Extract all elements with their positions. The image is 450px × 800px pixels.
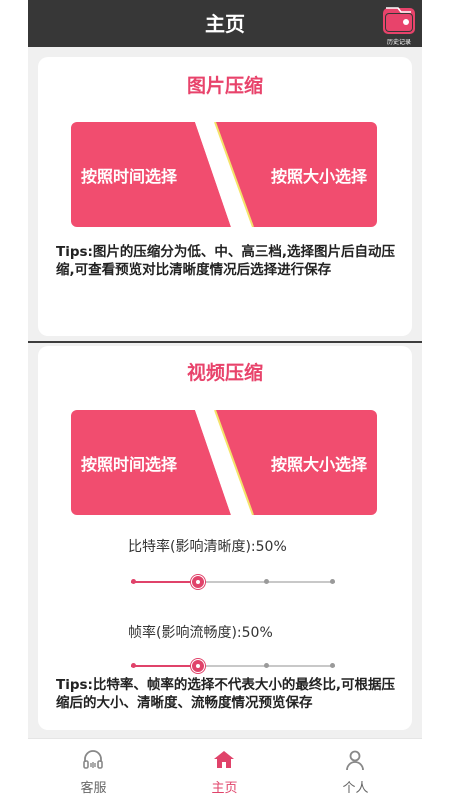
tab-label: 客服 — [80, 781, 107, 796]
image-compress-title: 图片压缩 — [186, 75, 263, 97]
slider-fill — [131, 665, 198, 667]
video-select-by-time-button[interactable]: 按照时间选择 — [71, 410, 231, 515]
image-compress-card: 图片压缩 按照时间选择 按照大小选择 Tips:图片的压缩分为低、中、高三档,选… — [38, 57, 412, 336]
framerate-slider[interactable] — [131, 658, 335, 674]
slider-tick — [131, 663, 136, 668]
slider-thumb[interactable] — [191, 575, 205, 589]
person-icon — [346, 750, 364, 771]
image-select-buttons: 按照时间选择 按照大小选择 — [71, 122, 377, 227]
history-button[interactable]: 历史记录 — [380, 4, 418, 46]
page-title: 主页 — [205, 12, 245, 36]
tab-label: 个人 — [342, 781, 369, 796]
section-divider — [28, 341, 422, 343]
bottom-tab-bar: 客服 主页 个人 — [28, 738, 422, 800]
bitrate-label: 比特率(影响清晰度):50% — [128, 539, 287, 555]
tab-label: 主页 — [211, 781, 238, 796]
page: 主页 历史记录 图片压缩 按照时间选择 按照大小选择 Tips:图片的压缩分为低… — [0, 0, 450, 800]
folder-icon — [383, 7, 415, 34]
slider-tick — [131, 579, 136, 584]
tab-customer-service[interactable]: 客服 — [28, 739, 159, 800]
slider-tick — [264, 663, 269, 668]
slider-fill — [131, 581, 198, 583]
slider-thumb[interactable] — [191, 659, 205, 673]
headset-icon — [83, 750, 103, 769]
bitrate-slider[interactable] — [131, 574, 335, 590]
image-select-by-time-button[interactable]: 按照时间选择 — [71, 122, 231, 227]
slider-tick — [330, 663, 335, 668]
tab-profile[interactable]: 个人 — [290, 739, 421, 800]
right-margin — [422, 0, 450, 800]
left-margin — [0, 0, 28, 800]
history-label: 历史记录 — [386, 39, 411, 46]
video-select-buttons: 按照时间选择 按照大小选择 — [71, 410, 377, 515]
video-tips: Tips:比特率、帧率的选择不代表大小的最终比,可根据压缩后的大小、清晰度、流畅… — [56, 677, 396, 711]
slider-tick — [330, 579, 335, 584]
top-bar: 主页 历史记录 — [28, 0, 422, 47]
video-compress-card: 视频压缩 按照时间选择 按照大小选择 比特率(影响清晰度):50% 帧率(影响流… — [38, 346, 412, 730]
image-tips: Tips:图片的压缩分为低、中、高三档,选择图片后自动压缩,可查看预览对比清晰度… — [56, 244, 396, 278]
tab-home[interactable]: 主页 — [159, 739, 290, 800]
video-compress-title: 视频压缩 — [186, 362, 263, 384]
framerate-label: 帧率(影响流畅度):50% — [128, 625, 273, 641]
app-screen: 主页 历史记录 图片压缩 按照时间选择 按照大小选择 Tips:图片的压缩分为低… — [28, 0, 422, 800]
slider-tick — [264, 579, 269, 584]
home-icon — [214, 751, 234, 768]
